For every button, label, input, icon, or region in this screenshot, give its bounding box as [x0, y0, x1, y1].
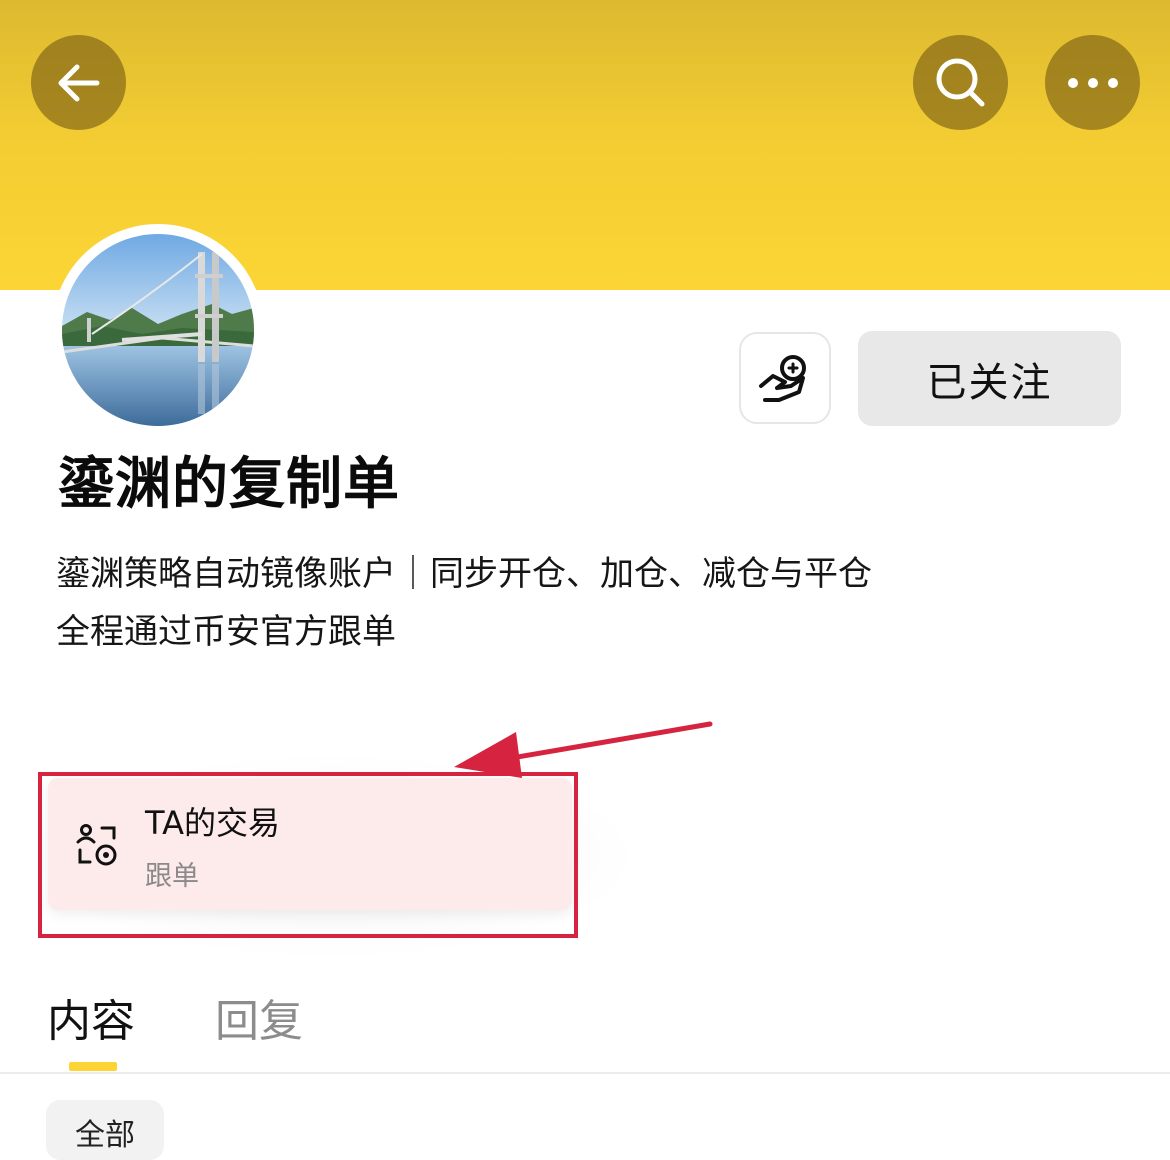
- filter-chip-all[interactable]: 全部: [46, 1100, 164, 1160]
- back-button[interactable]: [31, 35, 126, 130]
- tip-button[interactable]: [739, 332, 831, 424]
- profile-name: 鎏渊的复制单: [58, 452, 400, 517]
- more-button[interactable]: [1045, 35, 1140, 130]
- active-tab-indicator: [69, 1062, 117, 1071]
- tip-hand-icon: [759, 355, 806, 402]
- tab-content[interactable]: 内容: [47, 985, 135, 1049]
- profile-bio: 鎏渊策略自动镜像账户｜同步开仓、加仓、减仓与平仓 全程通过币安官方跟单: [56, 545, 872, 661]
- annotation-arrow: [454, 721, 713, 778]
- search-icon: [936, 58, 984, 106]
- tab-replies[interactable]: 回复: [215, 985, 303, 1049]
- tab-divider: [0, 1072, 1170, 1074]
- ellipsis-icon: [1067, 77, 1118, 88]
- arrow-left-icon: [58, 64, 99, 101]
- bio-line-2: 全程通过币安官方跟单: [56, 612, 396, 652]
- following-button[interactable]: 已关注: [858, 331, 1121, 426]
- avatar[interactable]: [62, 234, 254, 426]
- highlight-box: [38, 772, 578, 938]
- search-button[interactable]: [913, 35, 1008, 130]
- bio-line-1: 鎏渊策略自动镜像账户｜同步开仓、加仓、减仓与平仓: [56, 554, 872, 594]
